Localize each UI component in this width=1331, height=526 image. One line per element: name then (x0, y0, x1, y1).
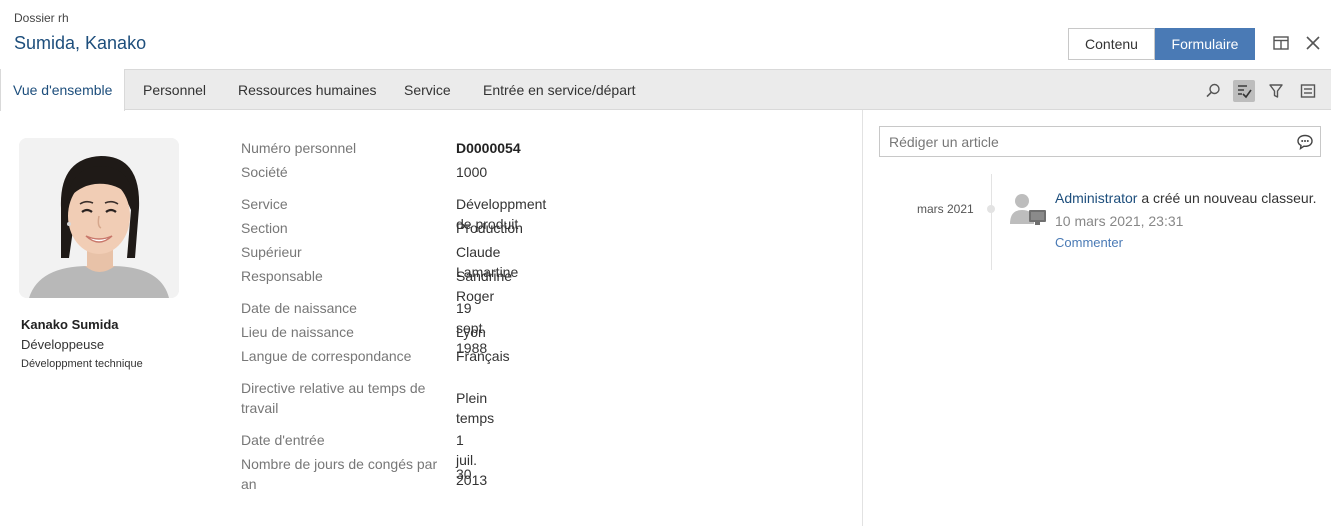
field-label: Date de naissance (241, 300, 357, 316)
profile-name: Kanako Sumida (21, 317, 119, 332)
comment-link[interactable]: Commenter (1055, 235, 1123, 250)
field-label: Directive relative au temps de travail (241, 380, 426, 416)
field-label: Date d'entrée (241, 432, 325, 448)
header: Dossier rh Sumida, Kanako Contenu Formul… (0, 0, 1331, 69)
profile-role: Développeuse (21, 337, 105, 352)
field-label: Numéro personnel (241, 140, 357, 156)
field-value: 1000 (456, 164, 488, 180)
compose-article-field (879, 126, 1321, 157)
field-label: Nombre de jours de congés par an (241, 456, 438, 492)
field-value: D0000054 (456, 140, 521, 156)
timeline-dot (987, 205, 995, 213)
field-value: Production (456, 220, 523, 236)
page-title: Sumida, Kanako (14, 33, 147, 53)
list-icon[interactable] (1297, 80, 1319, 102)
filter-icon[interactable] (1265, 80, 1287, 102)
tab-service[interactable]: Service (392, 69, 463, 110)
profile-department: Développment technique (21, 358, 143, 370)
field-value: Lyon (456, 324, 486, 340)
view-toggle: Contenu Formulaire (1068, 28, 1255, 60)
breadcrumb[interactable]: Dossier rh (14, 11, 69, 25)
user-computer-icon (1010, 194, 1046, 225)
profile-photo (19, 138, 179, 298)
timeline-date: mars 2021 (917, 202, 974, 216)
field-label: Langue de correspondance (241, 348, 412, 364)
search-icon[interactable] (1202, 80, 1224, 102)
field-label: Responsable (241, 268, 323, 284)
tab-entree-depart[interactable]: Entrée en service/départ (471, 69, 648, 110)
field-value: Plein temps (456, 390, 495, 426)
tab-personnel[interactable]: Personnel (131, 69, 218, 110)
field-label: Service (241, 196, 288, 212)
panel-divider (862, 110, 863, 526)
field-label: Lieu de naissance (241, 324, 354, 340)
checklist-icon[interactable] (1233, 80, 1255, 102)
compose-article-input[interactable] (880, 127, 1280, 156)
tab-ressources-humaines[interactable]: Ressources humaines (226, 69, 389, 110)
comment-bubble-icon[interactable] (1296, 133, 1314, 151)
contenu-button[interactable]: Contenu (1068, 28, 1155, 60)
close-icon[interactable] (1304, 34, 1322, 52)
field-label: Section (241, 220, 288, 236)
timeline-timestamp: 10 mars 2021, 23:31 (1055, 213, 1184, 229)
field-value: Français (456, 348, 510, 364)
layout-icon[interactable] (1272, 34, 1290, 52)
formulaire-button[interactable]: Formulaire (1155, 28, 1255, 60)
field-label: Société (241, 164, 288, 180)
field-value: 30 (456, 466, 472, 482)
timeline-user-link[interactable]: Administrator (1055, 190, 1137, 206)
tab-vue-ensemble[interactable]: Vue d'ensemble (0, 69, 126, 111)
timeline-entry-text: Administrator a créé un nouveau classeur… (1055, 190, 1316, 206)
field-label: Supérieur (241, 244, 302, 260)
tab-bar: Vue d'ensemble Personnel Ressources huma… (0, 69, 1331, 111)
timeline-line (991, 174, 992, 270)
timeline-action: a créé un nouveau classeur. (1137, 190, 1317, 206)
